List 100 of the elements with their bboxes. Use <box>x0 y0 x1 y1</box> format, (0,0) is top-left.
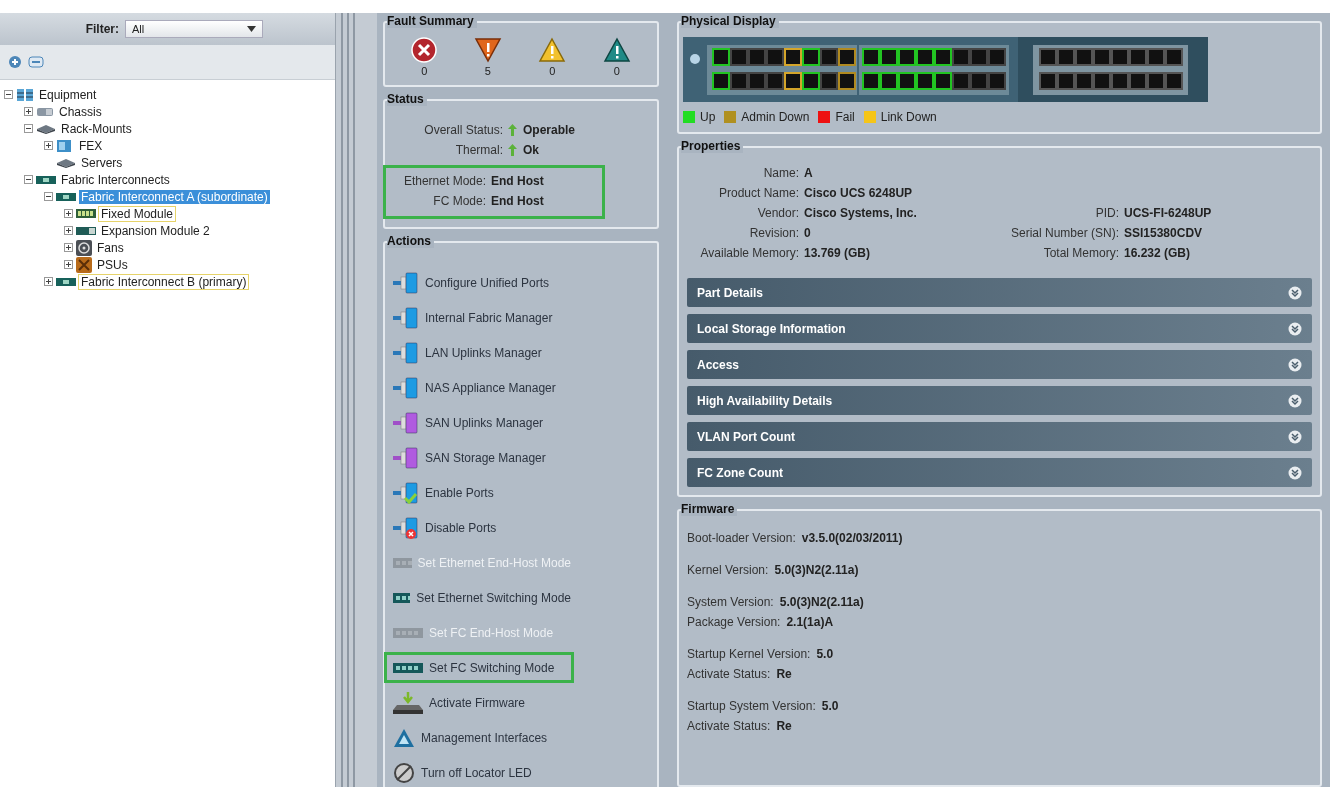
action-link[interactable]: Internal Fabric Manager <box>384 302 574 333</box>
firmware-value: v3.5.0(02/03/2011) <box>801 531 903 545</box>
action-link[interactable]: Set Ethernet Switching Mode <box>384 582 574 613</box>
property-value: 16.232 (GB) <box>1124 246 1192 260</box>
collapse-icon[interactable] <box>4 90 13 99</box>
expand-icon[interactable] <box>1288 285 1302 300</box>
tree-item[interactable]: Servers <box>79 155 125 170</box>
firmware-label: Startup Kernel Version: <box>687 647 811 661</box>
tree-item[interactable]: Fans <box>95 240 126 255</box>
expand-icon[interactable] <box>1288 357 1302 372</box>
expand-all-icon[interactable] <box>8 55 22 69</box>
section-header[interactable]: Local Storage Information <box>687 314 1312 343</box>
expand-icon[interactable] <box>44 141 53 150</box>
action-link[interactable]: Turn off Locator LED <box>384 757 574 787</box>
filter-label: Filter: <box>85 22 119 36</box>
collapse-icon[interactable] <box>44 192 53 201</box>
critical-fault-icon <box>411 37 438 63</box>
legend-label: Admin Down <box>741 110 810 124</box>
firmware-label: Activate Status: <box>687 667 771 681</box>
legend-label: Fail <box>835 110 855 124</box>
expand-icon[interactable] <box>64 243 73 252</box>
collapse-icon[interactable] <box>24 175 33 184</box>
property-value: Cisco UCS 6248UP <box>804 186 914 200</box>
expand-icon[interactable] <box>64 260 73 269</box>
expand-icon[interactable] <box>1288 321 1302 336</box>
fault-count: 5 <box>484 65 491 77</box>
action-link[interactable]: Disable Ports <box>384 512 574 543</box>
property-value: 0 <box>804 226 812 240</box>
expand-icon[interactable] <box>24 107 33 116</box>
property-value: 13.769 (GB) <box>804 246 872 260</box>
port-icon <box>393 410 419 435</box>
expand-icon[interactable] <box>44 277 53 286</box>
collapse-all-icon[interactable] <box>28 56 44 68</box>
port-icon <box>393 445 419 470</box>
port-icon <box>393 375 419 400</box>
action-link[interactable]: Management Interfaces <box>384 722 574 753</box>
switch-icon <box>56 191 76 202</box>
action-link[interactable]: Enable Ports <box>384 477 574 508</box>
firmware-label: Package Version: <box>687 615 781 629</box>
enable-port-icon <box>393 480 419 505</box>
expand-icon[interactable] <box>1288 429 1302 444</box>
action-link[interactable]: SAN Uplinks Manager <box>384 407 574 438</box>
expand-icon[interactable] <box>64 209 73 218</box>
rack-server-icon <box>56 157 76 168</box>
property-label: Name: <box>762 166 799 180</box>
firmware-value: 5.0(3)N2(2.11a) <box>779 595 864 609</box>
section-header[interactable]: VLAN Port Count <box>687 422 1312 451</box>
panel-title: Fault Summary <box>387 14 477 28</box>
filter-dropdown[interactable]: All <box>125 20 263 38</box>
port-icon <box>393 270 419 295</box>
tree-item[interactable]: Fabric Interconnect B (primary) <box>79 274 249 289</box>
section-header[interactable]: Access <box>687 350 1312 379</box>
firmware-icon <box>393 691 423 714</box>
action-link[interactable]: Activate Firmware <box>384 687 574 718</box>
firmware-value: 2.1(1a)A <box>786 615 834 629</box>
section-header[interactable]: Part Details <box>687 278 1312 307</box>
rack-server-icon <box>36 123 56 134</box>
property-value: Cisco Systems, Inc. <box>804 206 918 220</box>
action-link[interactable]: LAN Uplinks Manager <box>384 337 574 368</box>
property-label: Total Memory: <box>1042 246 1119 260</box>
property-label: Vendor: <box>756 206 799 220</box>
action-link[interactable]: SAN Storage Manager <box>384 442 574 473</box>
expand-icon[interactable] <box>1288 465 1302 480</box>
expand-icon[interactable] <box>64 226 73 235</box>
tree-item[interactable]: Equipment <box>37 87 99 102</box>
led-off-icon <box>393 761 415 784</box>
action-link[interactable]: Configure Unified Ports <box>384 267 574 298</box>
disable-port-icon <box>393 515 419 540</box>
property-label: PID: <box>1094 206 1119 220</box>
section-header[interactable]: FC Zone Count <box>687 458 1312 487</box>
collapse-icon[interactable] <box>24 124 33 133</box>
fault-count: 0 <box>613 65 620 77</box>
dropdown-arrow-icon <box>247 26 256 32</box>
action-link[interactable]: NAS Appliance Manager <box>384 372 574 403</box>
fan-icon <box>76 239 92 256</box>
mode-value: End Host <box>491 174 545 188</box>
module-icon <box>76 209 96 218</box>
switch-icon <box>36 174 56 185</box>
property-label: Serial Number (SN): <box>1009 226 1119 240</box>
status-label: Thermal: <box>454 143 503 157</box>
firmware-label: Kernel Version: <box>687 563 769 577</box>
panel-title: Actions <box>387 234 434 248</box>
network-icon <box>393 727 415 748</box>
tree-item[interactable]: Rack-Mounts <box>59 121 134 136</box>
tree-item[interactable]: Expansion Module 2 <box>99 223 212 238</box>
tree-item[interactable]: FEX <box>77 138 105 153</box>
tree-item[interactable]: Fixed Module <box>99 206 176 221</box>
status-value: Ok <box>523 143 539 157</box>
action-link[interactable]: Set FC Switching Mode <box>384 652 574 683</box>
firmware-label: Activate Status: <box>687 719 771 733</box>
section-header[interactable]: High Availability Details <box>687 386 1312 415</box>
tree-item[interactable]: Fabric Interconnects <box>59 172 172 187</box>
property-label: Available Memory: <box>699 246 799 260</box>
tree-item[interactable]: PSUs <box>95 257 130 272</box>
legend-label: Up <box>700 110 716 124</box>
module-icon <box>393 592 411 603</box>
panel-title: Physical Display <box>681 14 779 28</box>
tree-item[interactable]: Chassis <box>57 104 104 119</box>
module-icon <box>393 557 412 568</box>
expand-icon[interactable] <box>1288 393 1302 408</box>
